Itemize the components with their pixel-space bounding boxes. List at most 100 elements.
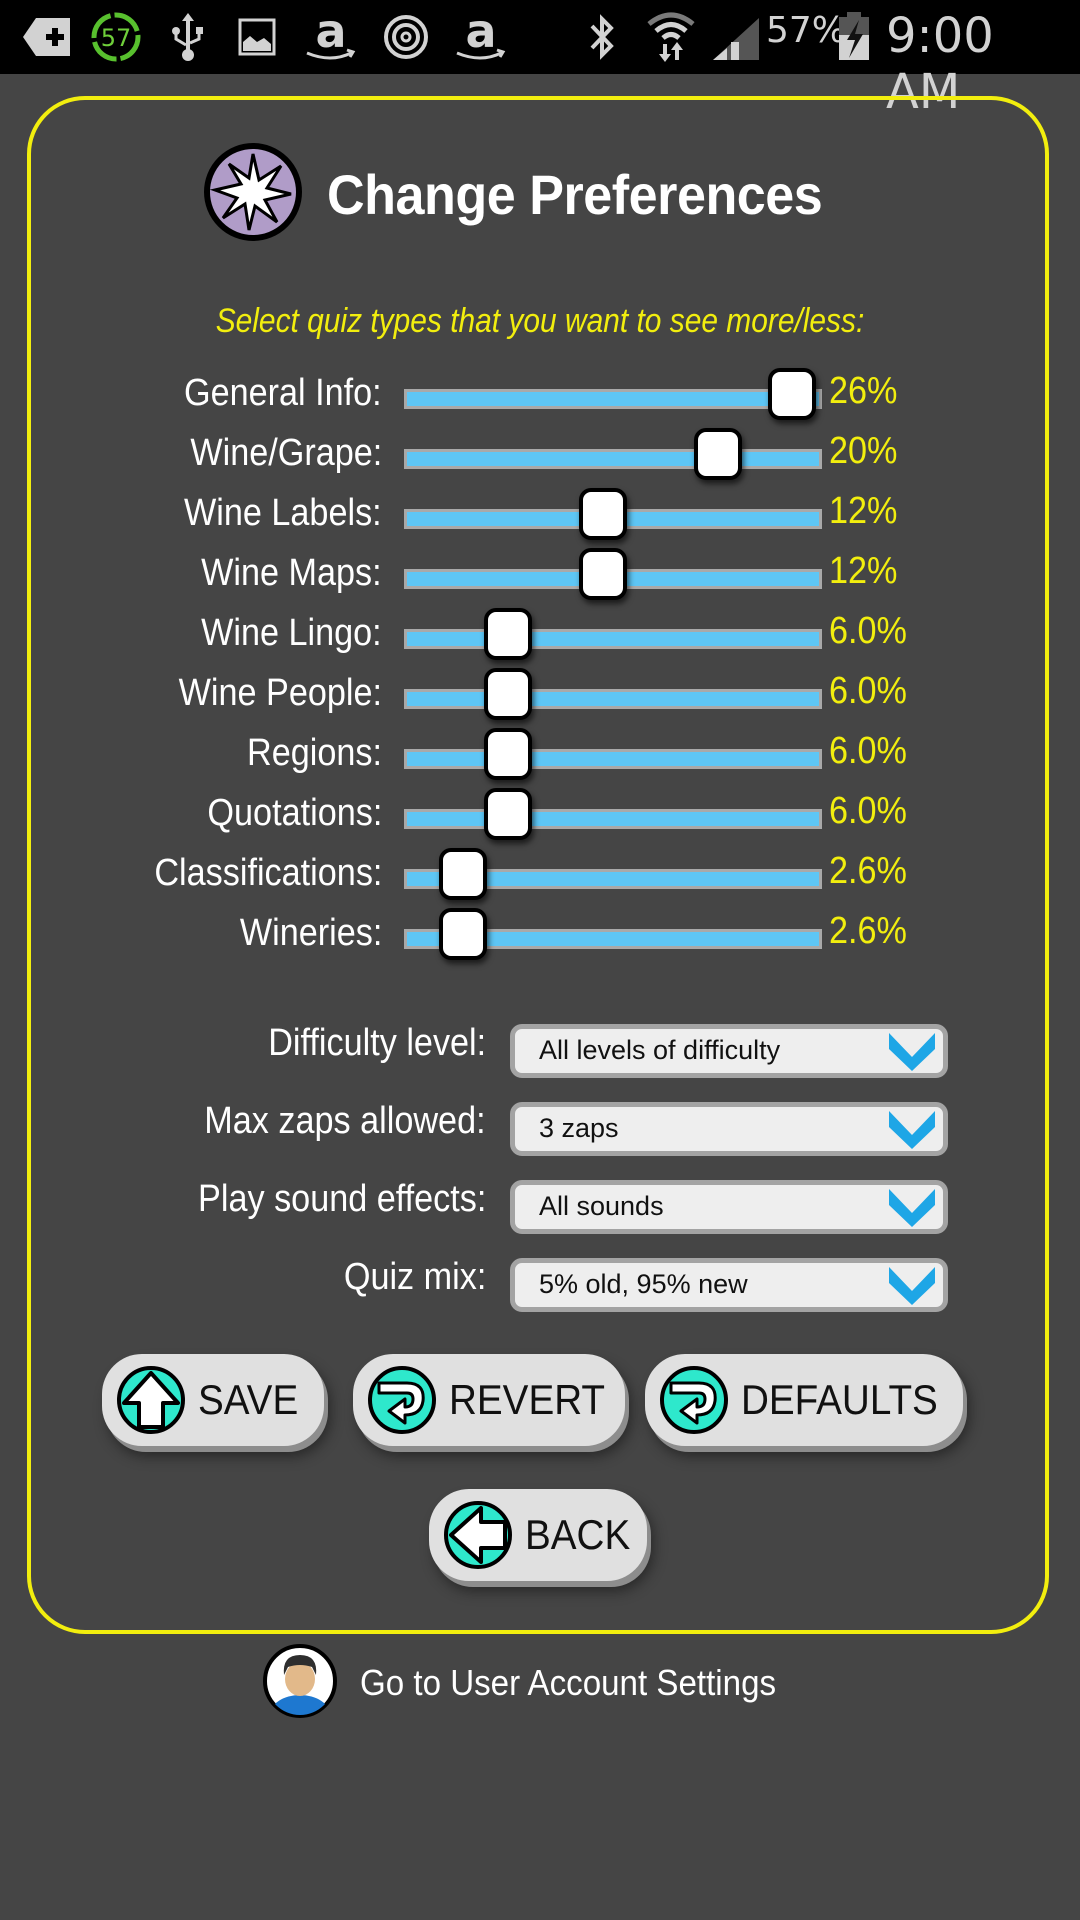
setting-dropdown[interactable]: 3 zaps <box>510 1102 948 1156</box>
quiz-type-row: Wine People: 6.0% <box>0 666 1080 726</box>
back-arrow-icon <box>443 1500 513 1570</box>
quiz-type-percent: 6.0% <box>829 730 907 772</box>
battery-charging-icon <box>836 12 872 62</box>
quiz-type-row: Wine Lingo: 6.0% <box>0 606 1080 666</box>
setting-row: Max zaps allowed: 3 zaps <box>0 1096 1080 1156</box>
user-avatar-icon <box>262 1643 338 1724</box>
usb-icon <box>168 12 208 62</box>
battery-percent: 57% <box>766 10 847 51</box>
quiz-type-slider-thumb[interactable] <box>578 488 627 540</box>
save-button[interactable]: SAVE <box>102 1354 324 1446</box>
chevron-down-icon <box>883 1261 941 1314</box>
quiz-type-label: Wineries: <box>239 912 382 954</box>
setting-row: Quiz mix: 5% old, 95% new <box>0 1252 1080 1312</box>
quiz-type-slider-thumb[interactable] <box>483 668 532 720</box>
setting-selected-value: All levels of difficulty <box>539 1035 781 1065</box>
svg-text:a: a <box>465 9 496 58</box>
quiz-type-label: Quotations: <box>207 792 382 834</box>
quiz-type-slider-thumb[interactable] <box>483 788 532 840</box>
star-burst-icon <box>203 142 303 247</box>
user-account-settings-label: Go to User Account Settings <box>360 1662 777 1703</box>
quiz-type-label: Wine Lingo: <box>201 612 382 654</box>
chevron-down-icon <box>883 1183 941 1236</box>
battery-ring-badge-icon: 57 <box>88 12 144 62</box>
quiz-type-row: Wine Maps: 12% <box>0 546 1080 606</box>
quiz-type-row: Wine/Grape: 20% <box>0 426 1080 486</box>
save-button-label: SAVE <box>198 1376 299 1423</box>
setting-dropdown[interactable]: 5% old, 95% new <box>510 1258 948 1312</box>
quiz-type-percent: 6.0% <box>829 610 907 652</box>
image-icon <box>236 12 278 62</box>
signal-icon <box>708 12 764 62</box>
quiz-type-slider-track[interactable] <box>404 689 822 709</box>
wifi-icon <box>644 12 698 62</box>
quiz-type-percent: 12% <box>829 550 898 592</box>
page-title: Change Preferences <box>327 162 823 226</box>
quiz-type-label: Wine/Grape: <box>190 432 382 474</box>
bluetooth-icon <box>584 12 620 62</box>
quiz-type-percent: 6.0% <box>829 670 907 712</box>
save-up-arrow-icon <box>116 1365 186 1435</box>
status-bar: 57 a a 57% 9:00 AM <box>0 0 1080 120</box>
quiz-type-slider-thumb[interactable] <box>694 428 742 480</box>
user-account-settings-link[interactable]: Go to User Account Settings <box>262 1643 812 1724</box>
revert-arrow-icon <box>367 1365 437 1435</box>
quiz-type-percent: 12% <box>829 490 898 532</box>
quiz-type-slider-track[interactable] <box>404 809 822 829</box>
quiz-type-slider-thumb[interactable] <box>438 848 487 900</box>
setting-selected-value: 5% old, 95% new <box>539 1269 748 1299</box>
svg-text:a: a <box>315 9 346 58</box>
quiz-type-slider-track[interactable] <box>404 629 822 649</box>
setting-label: Difficulty level: <box>268 1022 486 1064</box>
setting-label: Max zaps allowed: <box>204 1100 486 1142</box>
defaults-arrow-icon <box>659 1365 729 1435</box>
back-button[interactable]: BACK <box>429 1489 647 1581</box>
quiz-type-row: Wine Labels: 12% <box>0 486 1080 546</box>
add-tag-icon <box>20 12 74 62</box>
quiz-type-label: Wine Labels: <box>184 492 382 534</box>
quiz-type-slider-thumb[interactable] <box>438 908 487 960</box>
quiz-type-percent: 6.0% <box>829 790 907 832</box>
quiz-type-percent: 26% <box>829 370 898 412</box>
quiz-types-instruction: Select quiz types that you want to see m… <box>215 302 865 340</box>
quiz-type-row: Classifications: 2.6% <box>0 846 1080 906</box>
quiz-type-slider-thumb[interactable] <box>578 548 627 600</box>
quiz-type-label: Wine People: <box>178 672 382 714</box>
quiz-type-percent: 2.6% <box>829 910 907 952</box>
amazon-icon: a <box>448 9 514 62</box>
quiz-type-percent: 2.6% <box>829 850 907 892</box>
amazon-icon: a <box>298 9 364 62</box>
quiz-type-label: General Info: <box>184 372 382 414</box>
setting-label: Play sound effects: <box>197 1178 486 1220</box>
quiz-type-label: Wine Maps: <box>201 552 382 594</box>
setting-label: Quiz mix: <box>343 1256 486 1298</box>
quiz-type-slider-thumb[interactable] <box>483 608 532 660</box>
revert-button-label: REVERT <box>449 1376 606 1423</box>
page-header: Change Preferences <box>203 142 860 242</box>
quiz-type-slider-thumb[interactable] <box>768 368 817 420</box>
defaults-button[interactable]: DEFAULTS <box>645 1354 963 1446</box>
chevron-down-icon <box>883 1105 941 1158</box>
quiz-type-row: Quotations: 6.0% <box>0 786 1080 846</box>
setting-selected-value: All sounds <box>539 1191 664 1221</box>
quiz-type-row: Wineries: 2.6% <box>0 906 1080 966</box>
setting-dropdown[interactable]: All sounds <box>510 1180 948 1234</box>
revert-button[interactable]: REVERT <box>353 1354 625 1446</box>
quiz-type-label: Regions: <box>247 732 382 774</box>
setting-row: Play sound effects: All sounds <box>0 1174 1080 1234</box>
badge-number: 57 <box>101 24 132 52</box>
quiz-type-slider-track[interactable] <box>404 449 822 469</box>
setting-dropdown[interactable]: All levels of difficulty <box>510 1024 948 1078</box>
quiz-type-slider-track[interactable] <box>404 749 822 769</box>
chevron-down-icon <box>883 1027 941 1080</box>
quiz-type-row: General Info: 26% <box>0 366 1080 426</box>
setting-row: Difficulty level: All levels of difficult… <box>0 1018 1080 1078</box>
setting-selected-value: 3 zaps <box>539 1113 619 1143</box>
at-sign-icon <box>378 12 434 62</box>
quiz-type-slider-track[interactable] <box>404 389 822 409</box>
quiz-type-slider-thumb[interactable] <box>483 728 532 780</box>
quiz-type-label: Classifications: <box>153 852 382 894</box>
defaults-button-label: DEFAULTS <box>741 1376 938 1423</box>
quiz-type-percent: 20% <box>829 430 898 472</box>
back-button-label: BACK <box>525 1511 631 1558</box>
